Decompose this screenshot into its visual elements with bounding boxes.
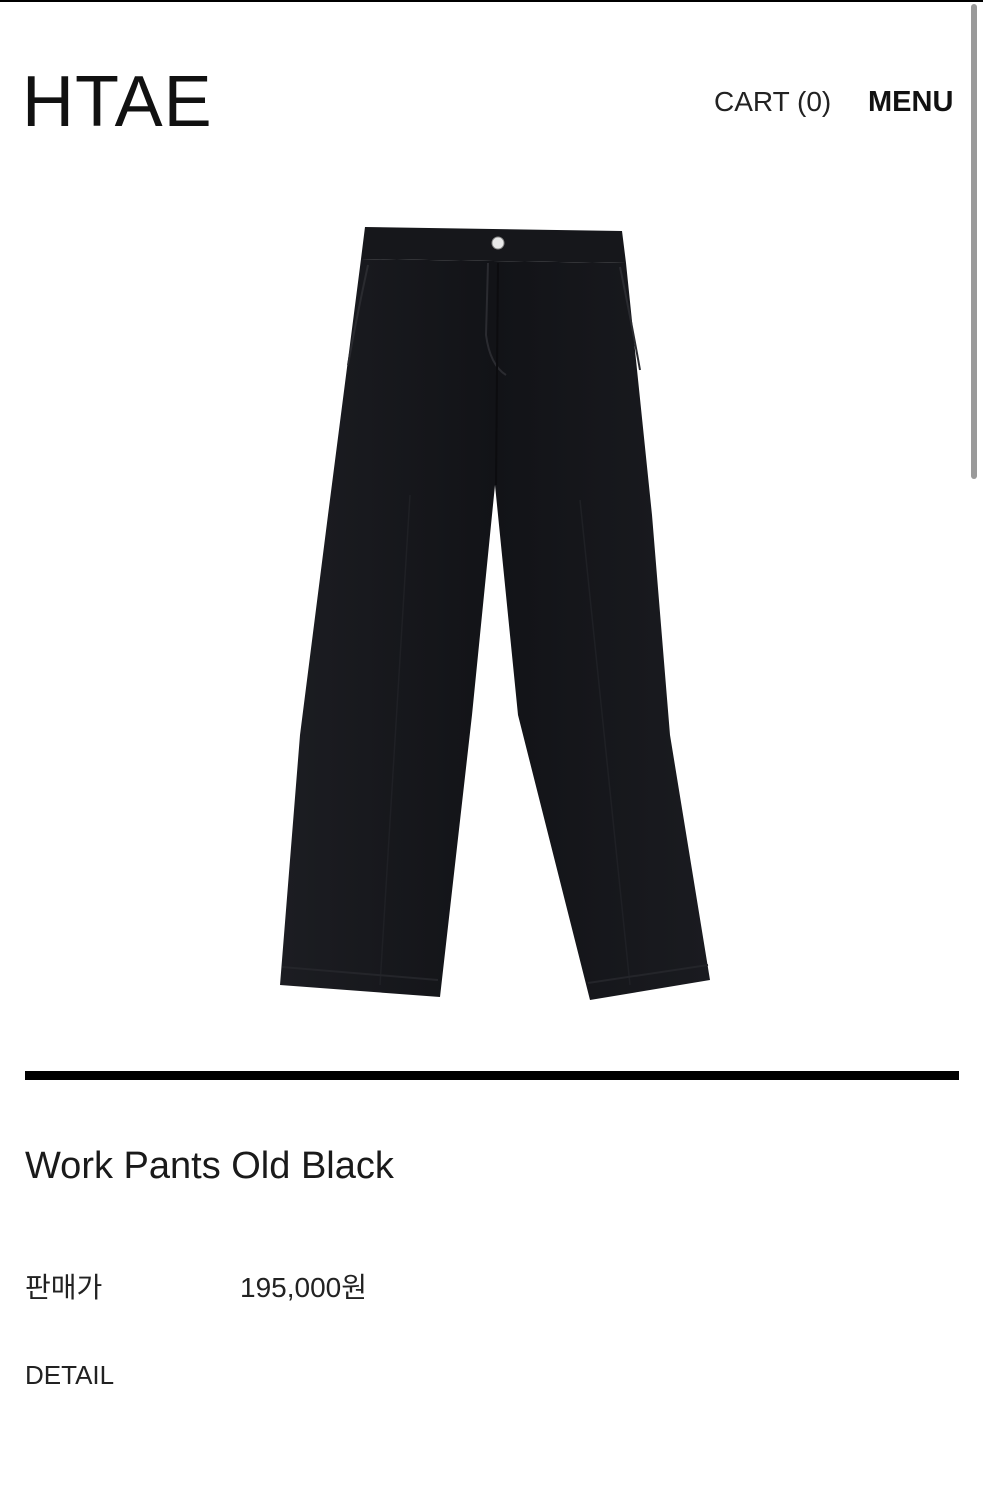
product-image — [260, 215, 730, 1015]
pants-icon — [280, 227, 710, 1000]
scrollbar[interactable] — [971, 4, 977, 479]
brand-logo[interactable]: HTAE — [22, 60, 213, 144]
section-divider — [25, 1071, 959, 1080]
cart-link[interactable]: CART (0) — [714, 84, 831, 120]
menu-button[interactable]: MENU — [868, 84, 953, 120]
product-name: Work Pants Old Black — [25, 1145, 394, 1187]
detail-link[interactable]: DETAIL — [25, 1358, 114, 1392]
product-page: HTAE CART (0) MENU Work Pants Old Black … — [0, 0, 983, 1500]
price-label: 판매가 — [25, 1272, 103, 1303]
price-value: 195,000원 — [240, 1272, 367, 1303]
top-border — [0, 0, 983, 2]
